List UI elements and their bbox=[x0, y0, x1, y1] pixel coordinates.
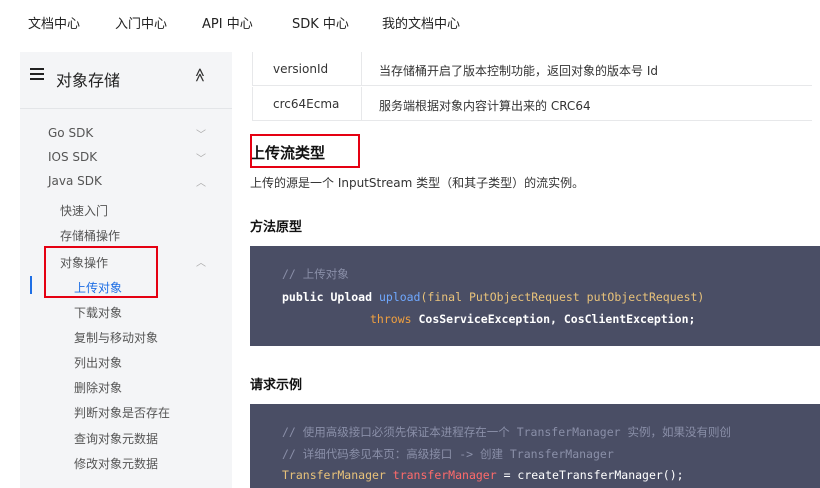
nav-api-center[interactable]: API 中心 bbox=[202, 13, 253, 32]
highlight-box bbox=[250, 134, 360, 168]
sidebar-item-ios-sdk[interactable]: IOS SDK bbox=[48, 150, 97, 164]
sidebar-item-query-metadata[interactable]: 查询对象元数据 bbox=[74, 430, 158, 447]
sidebar-item-go-sdk[interactable]: Go SDK bbox=[48, 126, 93, 140]
code-type: TransferManager bbox=[282, 468, 393, 482]
cell-divider bbox=[361, 87, 362, 121]
section-description: 上传的源是一个 InputStream 类型（和其子类型）的流实例。 bbox=[250, 176, 585, 190]
method-prototype-title: 方法原型 bbox=[250, 220, 303, 235]
highlight-box bbox=[44, 246, 158, 298]
main-content: versionId 当存储桶开启了版本控制功能，返回对象的版本号 Id crc6… bbox=[248, 44, 820, 488]
table-cell-desc: 服务端根据对象内容计算出来的 CRC64 bbox=[379, 99, 591, 113]
code-keyword: throws bbox=[370, 312, 419, 326]
chevron-down-icon[interactable]: ﹀ bbox=[196, 150, 206, 165]
sidebar-item-modify-metadata[interactable]: 修改对象元数据 bbox=[74, 455, 158, 472]
code-comment: // 详细代码参见本页：高级接口 -> 创建 TransferManager bbox=[282, 447, 614, 461]
sidebar-title: 对象存储 bbox=[56, 71, 121, 90]
code-keyword: public bbox=[282, 290, 331, 304]
sidebar-item-java-sdk[interactable]: Java SDK bbox=[48, 174, 102, 188]
sidebar-item-copy-move-object[interactable]: 复制与移动对象 bbox=[74, 329, 158, 346]
code-line: public Upload upload(final PutObjectRequ… bbox=[282, 290, 704, 304]
sidebar-divider bbox=[20, 108, 232, 109]
chevron-down-icon[interactable]: ﹀ bbox=[196, 126, 206, 141]
chevron-up-icon[interactable]: ︿ bbox=[196, 254, 206, 269]
code-comment: // 上传对象 bbox=[282, 267, 349, 281]
table-row: crc64Ecma 服务端根据对象内容计算出来的 CRC64 bbox=[252, 87, 812, 121]
chevron-up-icon[interactable]: ︿ bbox=[196, 174, 206, 189]
nav-getting-started[interactable]: 入门中心 bbox=[115, 13, 167, 32]
code-block-prototype[interactable]: // 上传对象 public Upload upload(final PutOb… bbox=[250, 246, 820, 346]
top-nav: 文档中心 入门中心 API 中心 SDK 中心 我的文档中心 bbox=[0, 0, 820, 44]
table-row: versionId 当存储桶开启了版本控制功能，返回对象的版本号 Id bbox=[252, 52, 812, 86]
table-cell-desc: 当存储桶开启了版本控制功能，返回对象的版本号 Id bbox=[379, 64, 658, 78]
collapse-icon[interactable]: ≪ bbox=[191, 68, 207, 83]
code-exceptions: CosServiceException, CosClientException; bbox=[418, 312, 696, 326]
cell-divider bbox=[361, 52, 362, 86]
nav-my-doc-center[interactable]: 我的文档中心 bbox=[382, 13, 460, 32]
code-comment: // 使用高级接口必须先保证本进程存在一个 TransferManager 实例… bbox=[282, 425, 731, 439]
menu-icon[interactable] bbox=[30, 68, 44, 80]
nav-sdk-center[interactable]: SDK 中心 bbox=[292, 13, 349, 32]
sidebar-item-quick-start[interactable]: 快速入门 bbox=[60, 202, 108, 219]
code-block-example[interactable]: // 使用高级接口必须先保证本进程存在一个 TransferManager 实例… bbox=[250, 404, 820, 488]
request-example-title: 请求示例 bbox=[250, 378, 303, 393]
sidebar-item-object-exists[interactable]: 判断对象是否存在 bbox=[74, 404, 170, 421]
active-indicator bbox=[30, 276, 32, 294]
code-line: throws CosServiceException, CosClientExc… bbox=[370, 312, 695, 326]
code-line: TransferManager transferManager = create… bbox=[282, 468, 684, 482]
sidebar-item-download-object[interactable]: 下载对象 bbox=[74, 304, 122, 321]
sidebar-item-delete-object[interactable]: 删除对象 bbox=[74, 379, 122, 396]
sidebar-header: 对象存储 ≪ bbox=[20, 52, 232, 106]
table-cell-name: crc64Ecma bbox=[273, 97, 340, 111]
sidebar: 对象存储 ≪ Go SDK ﹀ IOS SDK ﹀ Java SDK ︿ 快速入… bbox=[20, 52, 232, 488]
table-cell-name: versionId bbox=[273, 62, 329, 76]
sidebar-item-bucket-ops[interactable]: 存储桶操作 bbox=[60, 227, 120, 244]
nav-doc-center[interactable]: 文档中心 bbox=[28, 13, 80, 32]
code-type: Upload bbox=[330, 290, 379, 304]
code-params: (final PutObjectRequest putObjectRequest… bbox=[420, 290, 705, 304]
code-variable: transferManager bbox=[392, 468, 497, 482]
sidebar-item-list-objects[interactable]: 列出对象 bbox=[74, 354, 122, 371]
code-function: upload bbox=[378, 290, 421, 304]
code-expression: = createTransferManager(); bbox=[496, 468, 684, 482]
